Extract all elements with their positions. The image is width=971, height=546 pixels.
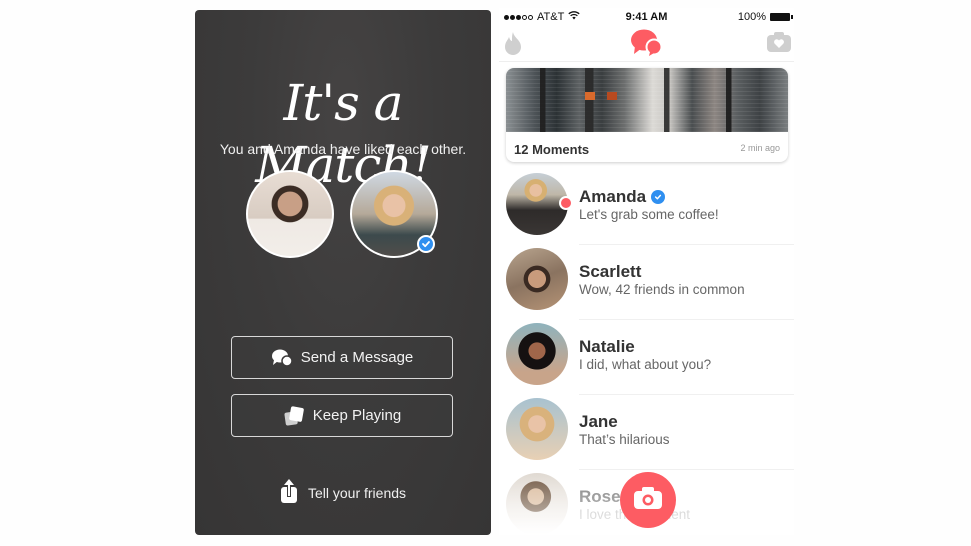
verified-icon [651, 190, 666, 204]
flame-icon[interactable] [502, 30, 524, 61]
send-message-button[interactable]: Send a Message [231, 336, 453, 379]
unread-indicator [559, 196, 573, 210]
camera-icon [633, 486, 663, 515]
verified-icon [417, 235, 435, 253]
stage: It's a Match! You and Amanda have liked … [0, 0, 971, 546]
moments-icon[interactable] [766, 31, 792, 58]
tell-friends-link[interactable]: Tell your friends [195, 478, 491, 507]
avatar [506, 323, 568, 385]
match-title: It's a Match! [255, 74, 431, 194]
user-avatar [246, 170, 334, 258]
moments-card[interactable]: 12 Moments 2 min ago [506, 68, 788, 162]
conversation-message: I did, what about you? [579, 357, 712, 372]
avatar [506, 398, 568, 460]
conversation-message: Wow, 42 friends in common [579, 282, 745, 297]
avatar [506, 248, 568, 310]
avatar [506, 473, 568, 535]
share-icon [280, 478, 298, 507]
chat-bubbles-icon [271, 348, 293, 368]
cards-icon [283, 405, 305, 426]
conversation-scarlett[interactable]: Scarlett Wow, 42 friends in common [499, 245, 794, 320]
match-subtitle: You and Amanda have liked each other. [219, 141, 467, 157]
keep-playing-button[interactable]: Keep Playing [231, 394, 453, 437]
nav-bar [499, 26, 794, 62]
match-screen: It's a Match! You and Amanda have liked … [195, 10, 491, 535]
keep-playing-label: Keep Playing [312, 407, 402, 424]
conversation-message: That’s hilarious [579, 432, 670, 447]
moments-time: 2 min ago [740, 143, 780, 153]
moments-image [506, 68, 788, 132]
conversation-jane[interactable]: Jane That’s hilarious [499, 395, 794, 470]
conversation-natalie[interactable]: Natalie I did, what about you? [499, 320, 794, 395]
tell-friends-label: Tell your friends [307, 484, 407, 501]
conversation-name: Natalie [579, 337, 635, 356]
conversation-name: Rose [579, 487, 621, 506]
conversation-name: Jane [579, 412, 618, 431]
conversation-name: Scarlett [579, 262, 642, 281]
chat-bubbles-icon[interactable] [630, 28, 663, 61]
camera-button[interactable] [620, 472, 676, 528]
moments-title: 12 Moments [514, 142, 590, 157]
conversation-message: Let's grab some coffee! [579, 207, 719, 222]
messages-screen: AT&T 9:41 AM 100% 12 Moments 2 min ago A… [499, 8, 794, 535]
send-message-label: Send a Message [300, 349, 414, 366]
conversation-name: Amanda [579, 187, 647, 206]
battery-percent: 100% [737, 11, 766, 23]
battery-icon [770, 13, 793, 21]
status-bar: AT&T 9:41 AM 100% [499, 10, 794, 26]
conversation-amanda[interactable]: Amanda Let's grab some coffee! [499, 170, 794, 245]
